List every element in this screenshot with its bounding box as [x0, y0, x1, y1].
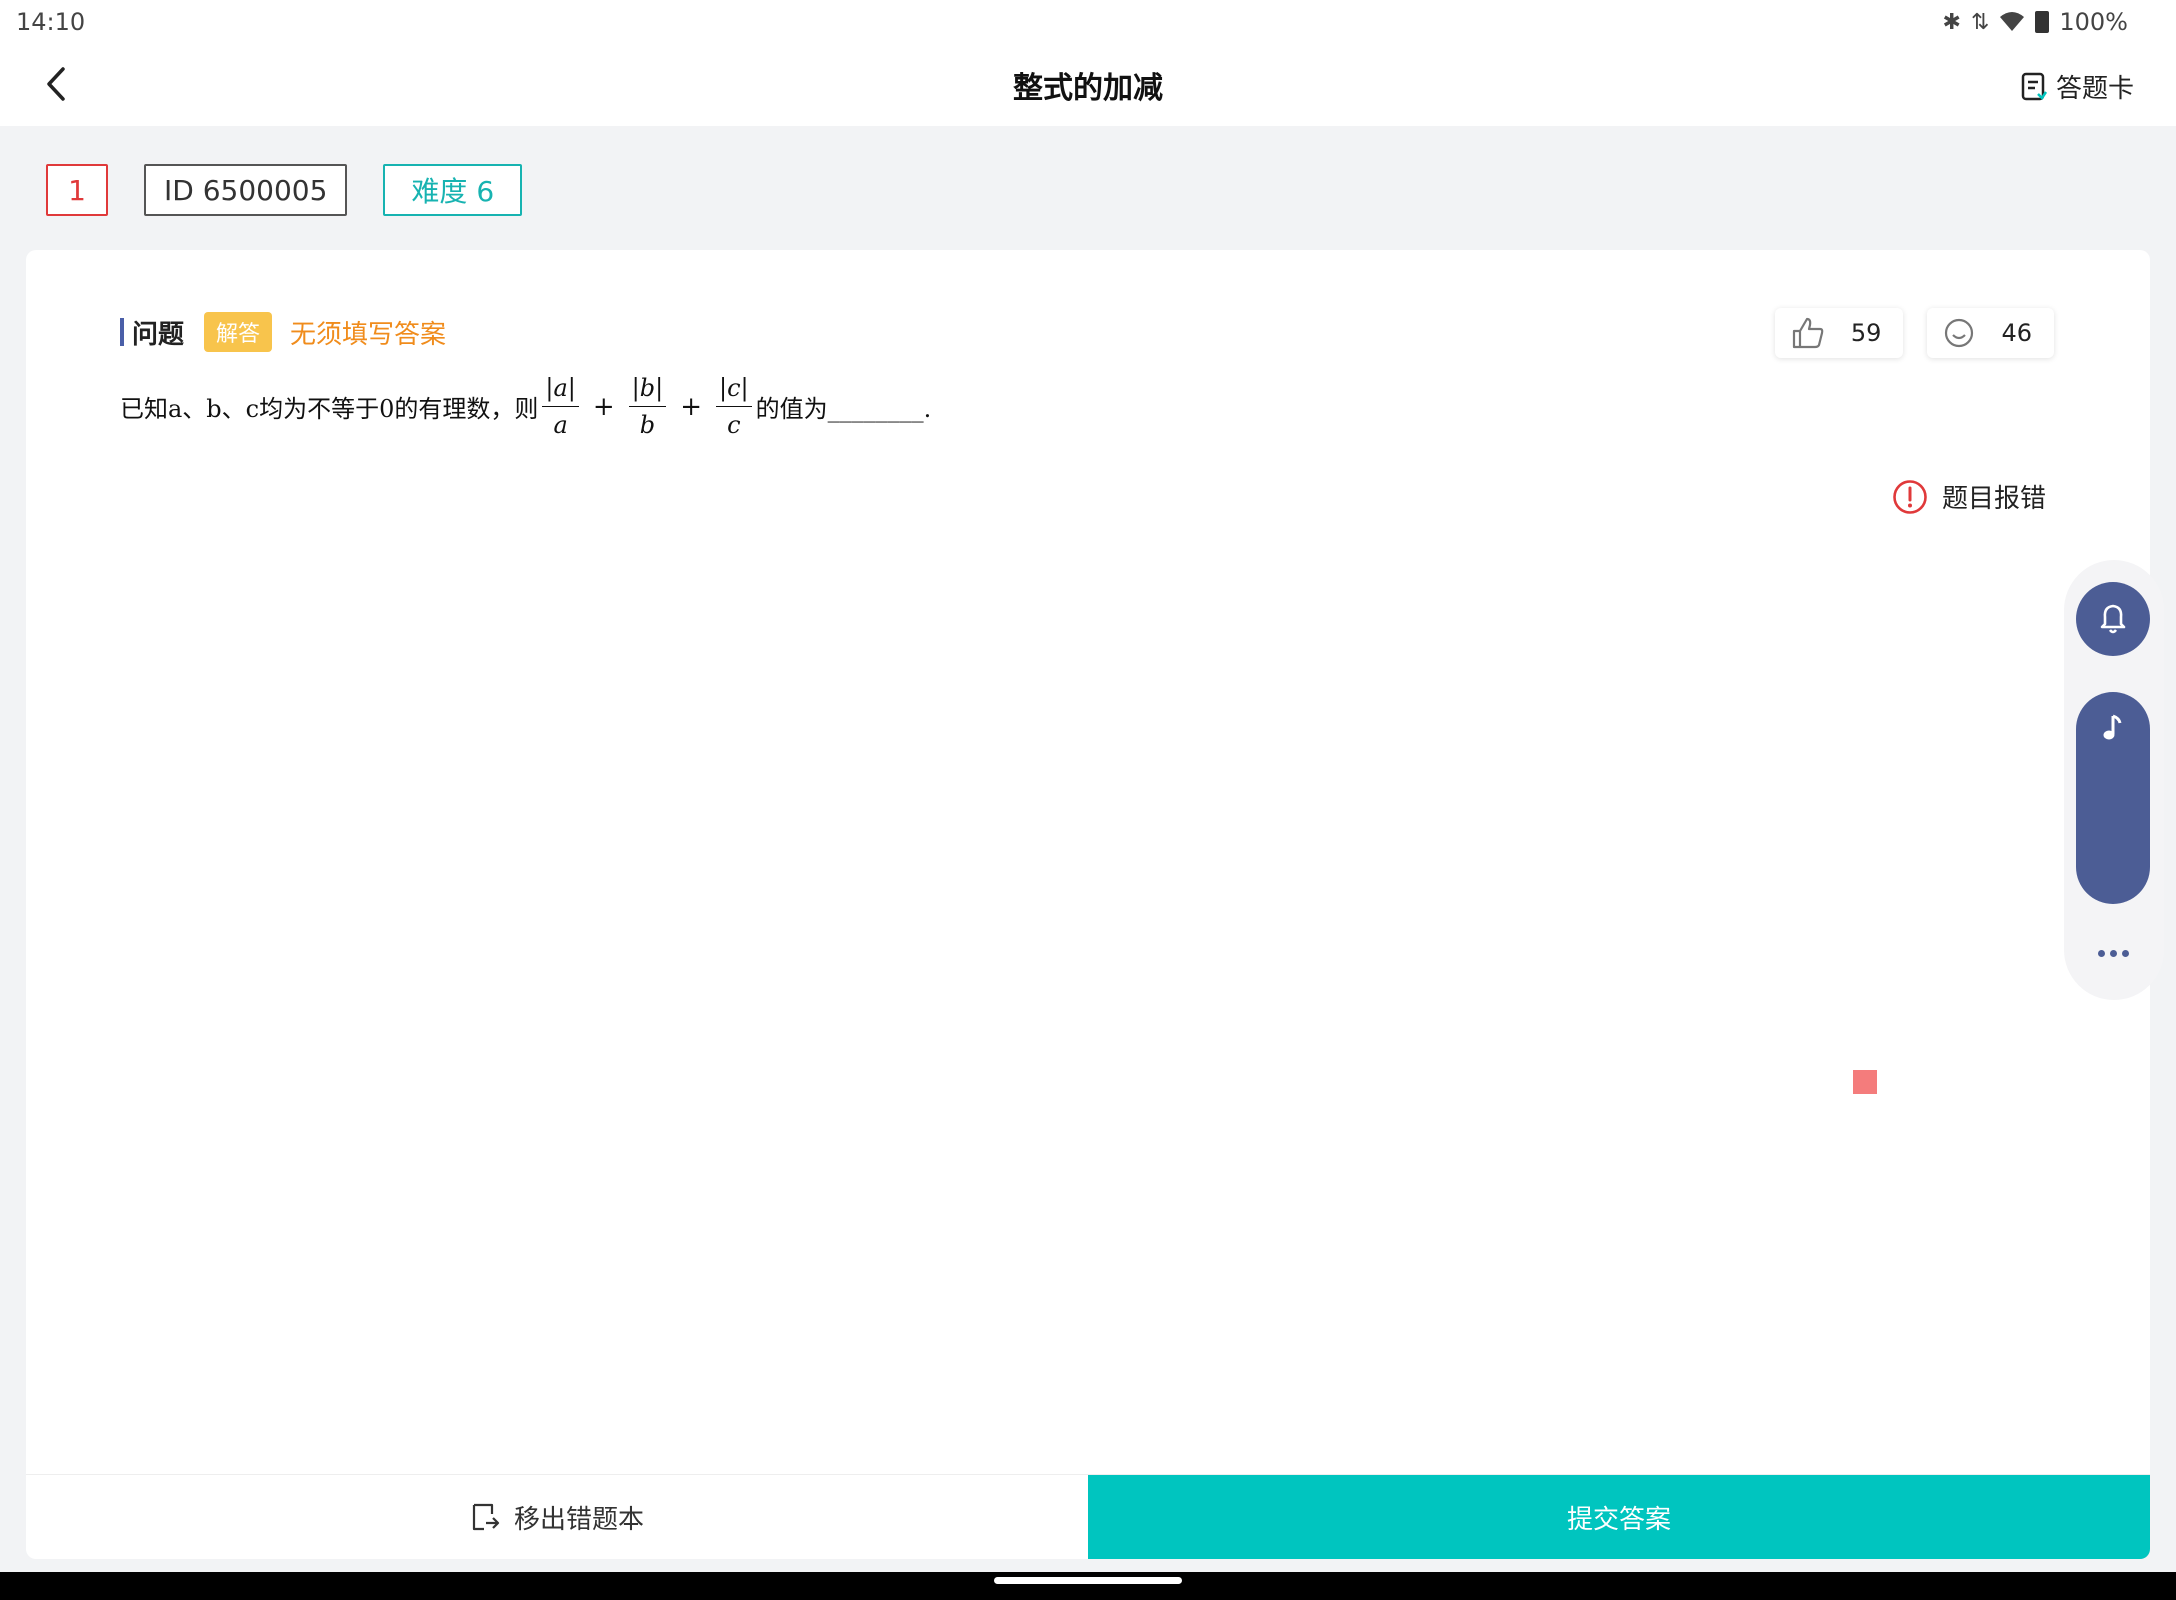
- fraction-numerator: |c|: [716, 374, 752, 407]
- red-marker: [1853, 1070, 1877, 1094]
- alert-circle-icon: [1893, 479, 1927, 514]
- question-card: 问题 解答 无须填写答案 59 46 已知a、b、c均为不等于0的有理数，则 |…: [26, 250, 2150, 1559]
- fraction-b: |b| b: [628, 374, 667, 439]
- back-button[interactable]: [36, 64, 76, 104]
- answer-card-label: 答题卡: [2055, 74, 2134, 104]
- question-body: 已知a、b、c均为不等于0的有理数，则 |a| a + |b| b + |c| …: [120, 374, 931, 439]
- fraction-denominator: c: [727, 411, 741, 439]
- submit-answer-button[interactable]: 提交答案: [1088, 1475, 2150, 1559]
- question-id-tag: ID 6500005: [144, 164, 348, 216]
- more-dot-icon: [2121, 949, 2129, 957]
- answer-sheet-icon: [2021, 72, 2048, 100]
- bell-icon: [2100, 604, 2126, 634]
- back-arrow-icon: [47, 67, 65, 101]
- music-player-button[interactable]: [2076, 692, 2150, 904]
- home-gesture-handle[interactable]: [994, 1577, 1182, 1584]
- remove-note-icon: [472, 1503, 500, 1531]
- remove-from-mistakes-button[interactable]: 移出错题本: [26, 1475, 1088, 1559]
- comment-button[interactable]: 46: [1927, 308, 2054, 358]
- more-options-button[interactable]: [2088, 938, 2138, 968]
- more-dot-icon: [2097, 949, 2105, 957]
- fraction-a: |a| a: [542, 374, 579, 439]
- comment-count: 46: [2001, 319, 2032, 347]
- status-bar: 14:10 ✱ ⇅ 100%: [0, 0, 2176, 44]
- plus-sign: +: [680, 391, 703, 422]
- plus-sign: +: [592, 391, 615, 422]
- like-count: 59: [1850, 319, 1882, 347]
- top-bar: 整式的加减 答题卡: [0, 44, 2176, 126]
- report-error-button[interactable]: 题目报错: [1892, 478, 2046, 515]
- like-button[interactable]: 59: [1774, 308, 1904, 358]
- question-label: 问题: [132, 319, 185, 350]
- question-number-tag: 1: [46, 164, 108, 216]
- wifi-icon: [2000, 12, 2025, 31]
- question-header: 问题 解答 无须填写答案: [120, 312, 446, 352]
- question-hint: 无须填写答案: [290, 319, 447, 350]
- fraction-numerator: |b|: [628, 374, 667, 407]
- answer-card-button[interactable]: 答题卡: [2020, 68, 2134, 105]
- battery-icon: [2035, 11, 2050, 33]
- status-icons: ✱ ⇅ 100%: [1943, 8, 2129, 36]
- question-text-suffix: 的值为________.: [755, 395, 932, 423]
- status-time: 14:10: [16, 8, 86, 36]
- question-type-badge: 解答: [204, 312, 273, 352]
- question-stats: 59 46: [1774, 308, 2054, 358]
- thumbs-up-icon: [1792, 317, 1824, 349]
- section-marker: [120, 318, 124, 346]
- report-error-label: 题目报错: [1941, 484, 2046, 514]
- remove-from-mistakes-label: 移出错题本: [513, 1504, 644, 1535]
- bluetooth-icon: ✱: [1942, 9, 1961, 35]
- notification-button[interactable]: [2076, 582, 2150, 656]
- data-arrows-icon: ⇅: [1970, 9, 1990, 35]
- difficulty-tag: 难度 6: [383, 164, 523, 216]
- more-dot-icon: [2109, 949, 2117, 957]
- question-text-prefix: 已知a、b、c均为不等于0的有理数，则: [120, 395, 539, 423]
- bottom-action-bar: 移出错题本 提交答案: [26, 1474, 2150, 1559]
- fraction-c: |c| c: [716, 374, 752, 439]
- fraction-denominator: a: [553, 411, 568, 439]
- music-note-icon: [2103, 714, 2122, 740]
- smiley-icon: [1945, 318, 1974, 348]
- fraction-denominator: b: [639, 411, 656, 439]
- battery-level: 100%: [2059, 8, 2128, 36]
- page-title: 整式的加减: [1013, 71, 1163, 106]
- fraction-numerator: |a|: [542, 374, 579, 407]
- question-tags: 1 ID 6500005 难度 6: [46, 164, 523, 216]
